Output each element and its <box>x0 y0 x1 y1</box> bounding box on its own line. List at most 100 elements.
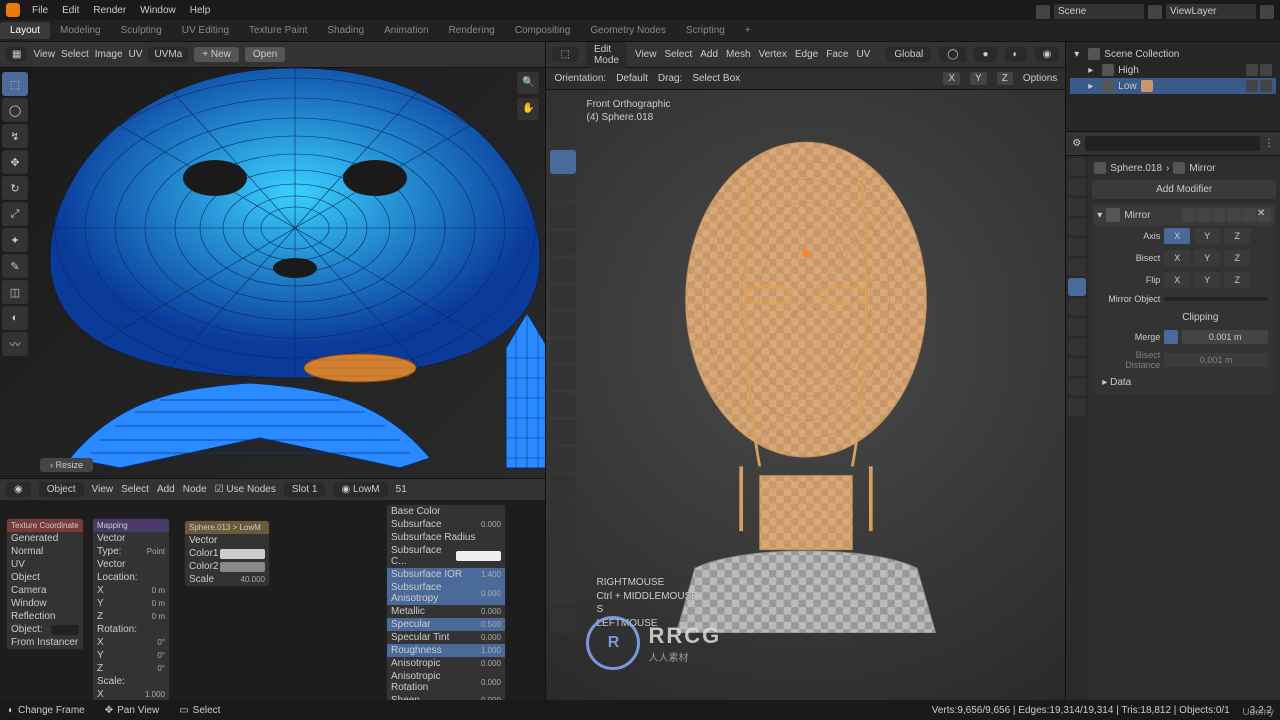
uv-tool-annotate[interactable]: ✎ <box>2 254 28 278</box>
node-mapping[interactable]: Mapping Vector Type:Point Vector Locatio… <box>92 518 170 700</box>
node-field[interactable]: Z0 m <box>93 610 169 623</box>
mirror-clipping-row[interactable]: Clipping <box>1094 307 1274 327</box>
outliner-item-high[interactable]: ▸ High <box>1070 62 1276 78</box>
node-field[interactable]: Color1 <box>185 547 269 560</box>
uv-tool-lasso[interactable]: ↯ <box>2 124 28 148</box>
node-field[interactable]: Scale40.000 <box>185 573 269 586</box>
node-field[interactable]: Subsurface C... <box>387 544 505 568</box>
node-field[interactable]: Subsurface Radius <box>387 531 505 544</box>
mod-toggle-cage[interactable] <box>1197 208 1211 222</box>
tab-geometry-nodes[interactable]: Geometry Nodes <box>580 22 676 39</box>
tab-sculpting[interactable]: Sculpting <box>111 22 172 39</box>
prop-tab-world[interactable] <box>1068 238 1086 256</box>
filter-icon[interactable] <box>1260 5 1274 19</box>
modifier-data-section[interactable]: ▸ Data <box>1094 373 1274 392</box>
tab-shading[interactable]: Shading <box>317 22 374 39</box>
mirror-bisect-dist-row[interactable]: Bisect Distance 0.001 m <box>1094 347 1274 373</box>
props-filter-icon[interactable]: ⋮ <box>1264 138 1274 149</box>
prop-tab-texture[interactable] <box>1068 398 1086 416</box>
vp-menu-add[interactable]: Add <box>700 49 718 60</box>
vp-tool-loopcut[interactable] <box>550 420 576 444</box>
vp-tool-measure[interactable] <box>550 285 576 309</box>
shading-wireframe-icon[interactable]: ◯ <box>939 47 966 62</box>
uv-tool-cursor[interactable]: ⬚ <box>2 72 28 96</box>
3d-viewport[interactable]: Front Orthographic (4) Sphere.018 <box>546 90 1065 700</box>
vp-tool-cursor[interactable] <box>550 123 576 147</box>
node-field[interactable]: Z0° <box>93 662 169 675</box>
mod-toggle-render[interactable] <box>1227 208 1241 222</box>
flip-y-button[interactable]: Y <box>1194 272 1220 288</box>
menu-help[interactable]: Help <box>184 3 217 18</box>
mirror-merge-row[interactable]: Merge 0.001 m <box>1094 327 1274 347</box>
flip-x-button[interactable]: X <box>1164 272 1190 288</box>
props-search-input[interactable] <box>1085 136 1260 151</box>
node-field[interactable]: X0° <box>93 636 169 649</box>
axis-z-toggle[interactable]: Z <box>997 72 1013 85</box>
viewport-type-dropdown[interactable]: ⬚ <box>552 47 577 62</box>
prop-tab-constraints[interactable] <box>1068 338 1086 356</box>
tab-texture-paint[interactable]: Texture Paint <box>239 22 317 39</box>
uv-menu-image[interactable]: Image <box>95 49 123 60</box>
outliner-item-low[interactable]: ▸ Low <box>1070 78 1276 94</box>
tab-scripting[interactable]: Scripting <box>676 22 735 39</box>
uv-island-lip[interactable] <box>300 348 420 388</box>
node-field[interactable]: Y0° <box>93 649 169 662</box>
uv-tool-measure[interactable]: ◫ <box>2 280 28 304</box>
prop-tab-material[interactable] <box>1068 378 1086 396</box>
vp-tool-knife[interactable] <box>550 447 576 471</box>
node-field[interactable]: Anisotropic Rotation0.000 <box>387 670 505 694</box>
node-checkbox[interactable]: From Instancer <box>7 636 83 649</box>
mod-toggle-viewport[interactable] <box>1212 208 1226 222</box>
uv-tool-rotate[interactable]: ↻ <box>2 176 28 200</box>
node-field[interactable]: Subsurface0.000 <box>387 518 505 531</box>
uv-menu-uv[interactable]: UV <box>129 49 143 60</box>
prop-tab-particles[interactable] <box>1068 298 1086 316</box>
vp-tool-annotate[interactable] <box>550 258 576 282</box>
uv-hand-icon[interactable]: ✋ <box>517 98 539 120</box>
mod-close-icon[interactable]: ✕ <box>1257 208 1271 222</box>
node-field[interactable]: Object: <box>7 623 83 636</box>
node-field[interactable]: Roughness1.000 <box>387 644 505 657</box>
prop-tab-physics[interactable] <box>1068 318 1086 336</box>
mod-extras-icon[interactable] <box>1242 208 1256 222</box>
node-field[interactable]: Metallic0.000 <box>387 605 505 618</box>
add-modifier-button[interactable]: Add Modifier <box>1092 180 1276 199</box>
uv-tool-pinch[interactable]: 〰 <box>2 332 28 356</box>
mode-dropdown[interactable]: Edit Mode <box>586 42 627 68</box>
uv-tool-rip[interactable]: ◐ <box>2 306 28 330</box>
axis-x-button[interactable]: X <box>1164 228 1190 244</box>
node-field[interactable]: Base Color <box>387 505 505 518</box>
mod-toggle-edit[interactable] <box>1182 208 1196 222</box>
node-editor-type-dropdown[interactable]: ◉ <box>6 482 31 497</box>
node-menu-select[interactable]: Select <box>121 484 149 495</box>
uv-zoom-icon[interactable]: 🔍 <box>517 72 539 94</box>
uv-tool-move[interactable]: ✥ <box>2 150 28 174</box>
vp-tool-select[interactable] <box>550 96 576 120</box>
axis-x-toggle[interactable]: X <box>943 72 960 85</box>
vp-tool-shrink[interactable] <box>550 582 576 606</box>
node-menu-node[interactable]: Node <box>183 484 207 495</box>
bisect-z-button[interactable]: Z <box>1224 250 1250 266</box>
tab-compositing[interactable]: Compositing <box>505 22 581 39</box>
uv-menu-select[interactable]: Select <box>61 49 89 60</box>
vp-menu-face[interactable]: Face <box>826 49 848 60</box>
render-toggle[interactable] <box>1260 80 1272 92</box>
vp-tool-polybuild[interactable] <box>550 474 576 498</box>
prop-tab-output[interactable] <box>1068 178 1086 196</box>
node-field[interactable]: Subsurface Anisotropy0.000 <box>387 581 505 605</box>
uv-tool-select[interactable]: ◯ <box>2 98 28 122</box>
tab-rendering[interactable]: Rendering <box>439 22 505 39</box>
menu-window[interactable]: Window <box>134 3 182 18</box>
prop-tab-scene[interactable] <box>1068 218 1086 236</box>
vp-menu-edge[interactable]: Edge <box>795 49 818 60</box>
viewlayer-name-field[interactable] <box>1166 4 1256 19</box>
vp-tool-rotate[interactable] <box>550 177 576 201</box>
vp-tool-scale[interactable] <box>550 204 576 228</box>
vp-tool-addcube[interactable] <box>550 312 576 336</box>
vp-menu-view[interactable]: View <box>635 49 657 60</box>
menu-edit[interactable]: Edit <box>56 3 85 18</box>
node-field[interactable]: Subsurface IOR1.400 <box>387 568 505 581</box>
vp-menu-mesh[interactable]: Mesh <box>726 49 750 60</box>
node-mode-dropdown[interactable]: Object <box>39 482 84 497</box>
node-field[interactable]: Y0 m <box>93 597 169 610</box>
